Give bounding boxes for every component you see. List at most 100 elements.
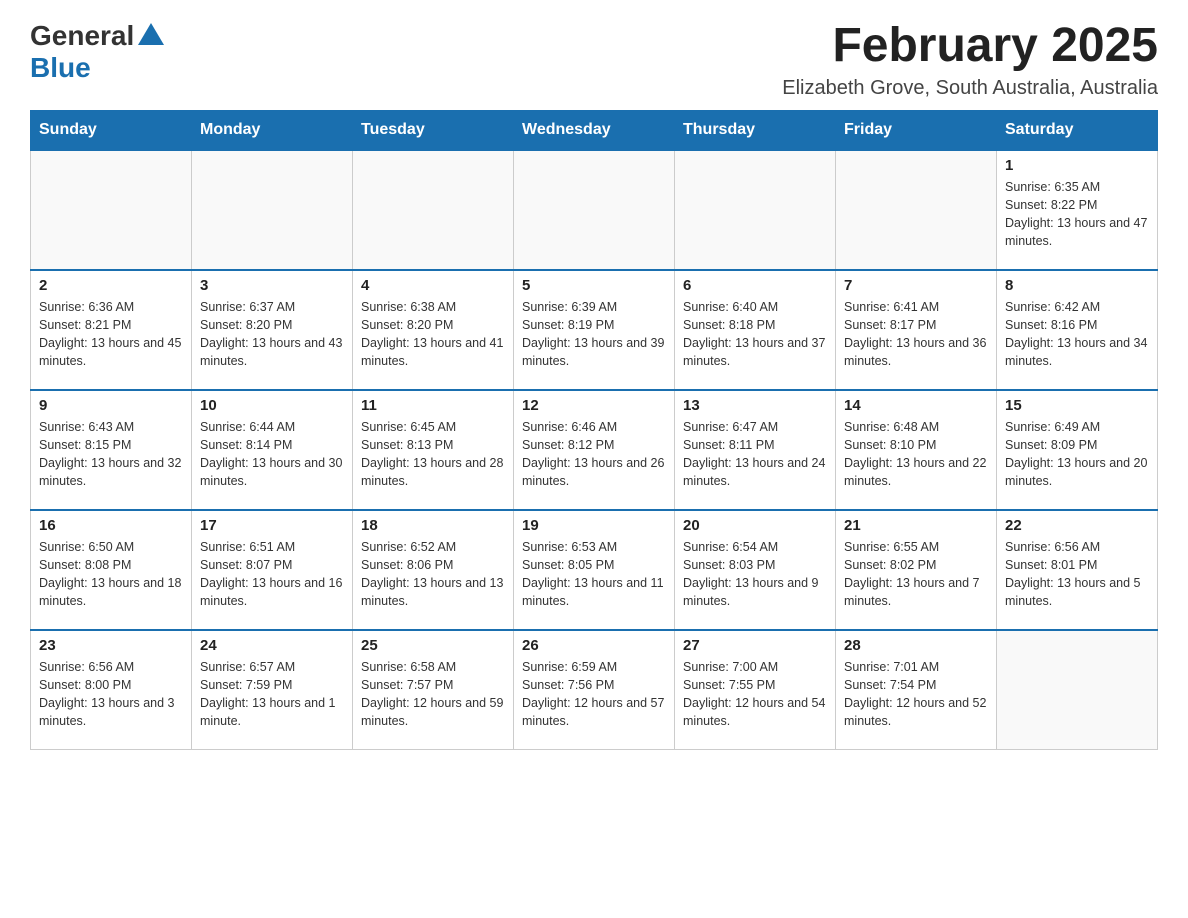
calendar-cell: 1 Sunrise: 6:35 AMSunset: 8:22 PMDaylight…	[997, 150, 1158, 270]
calendar-cell: 12 Sunrise: 6:46 AMSunset: 8:12 PMDayligh…	[514, 390, 675, 510]
day-of-week-header: Tuesday	[353, 110, 514, 150]
day-info: Sunrise: 6:58 AMSunset: 7:57 PMDaylight:…	[361, 658, 505, 731]
day-number: 3	[200, 277, 344, 294]
day-number: 13	[683, 397, 827, 414]
calendar-week-row: 16 Sunrise: 6:50 AMSunset: 8:08 PMDayligh…	[31, 510, 1158, 630]
day-info: Sunrise: 6:44 AMSunset: 8:14 PMDaylight:…	[200, 418, 344, 491]
day-info: Sunrise: 6:46 AMSunset: 8:12 PMDaylight:…	[522, 418, 666, 491]
calendar-cell	[353, 150, 514, 270]
day-number: 5	[522, 277, 666, 294]
calendar-cell: 7Sunrise: 6:41 AMSunset: 8:17 PMDaylight…	[836, 270, 997, 390]
calendar-cell	[31, 150, 192, 270]
day-number: 16	[39, 517, 183, 534]
day-number: 11	[361, 397, 505, 414]
day-number: 22	[1005, 517, 1149, 534]
day-number: 2	[39, 277, 183, 294]
page-header: General Blue February 2025 Elizabeth Gro…	[30, 20, 1158, 100]
day-info: Sunrise: 6:53 AMSunset: 8:05 PMDaylight:…	[522, 538, 666, 611]
day-info: Sunrise: 6:42 AMSunset: 8:16 PMDaylight:…	[1005, 298, 1149, 371]
calendar-cell: 27Sunrise: 7:00 AMSunset: 7:55 PMDayligh…	[675, 630, 836, 750]
day-of-week-header: Wednesday	[514, 110, 675, 150]
calendar-cell	[997, 630, 1158, 750]
day-number: 1	[1005, 157, 1149, 174]
day-number: 23	[39, 637, 183, 654]
calendar-cell: 4 Sunrise: 6:38 AMSunset: 8:20 PMDaylight…	[353, 270, 514, 390]
calendar-cell	[192, 150, 353, 270]
day-info: Sunrise: 6:59 AMSunset: 7:56 PMDaylight:…	[522, 658, 666, 731]
day-of-week-header: Saturday	[997, 110, 1158, 150]
day-of-week-header: Thursday	[675, 110, 836, 150]
day-info: Sunrise: 6:55 AMSunset: 8:02 PMDaylight:…	[844, 538, 988, 611]
calendar-cell: 5 Sunrise: 6:39 AMSunset: 8:19 PMDaylight…	[514, 270, 675, 390]
day-number: 28	[844, 637, 988, 654]
day-info: Sunrise: 6:43 AMSunset: 8:15 PMDaylight:…	[39, 418, 183, 491]
calendar-cell: 25 Sunrise: 6:58 AMSunset: 7:57 PMDayligh…	[353, 630, 514, 750]
day-number: 15	[1005, 397, 1149, 414]
day-info: Sunrise: 6:40 AMSunset: 8:18 PMDaylight:…	[683, 298, 827, 371]
day-of-week-header: Friday	[836, 110, 997, 150]
calendar-table: SundayMondayTuesdayWednesdayThursdayFrid…	[30, 110, 1158, 751]
calendar-cell: 19 Sunrise: 6:53 AMSunset: 8:05 PMDayligh…	[514, 510, 675, 630]
location-subtitle: Elizabeth Grove, South Australia, Austra…	[782, 77, 1158, 100]
day-of-week-header: Monday	[192, 110, 353, 150]
day-info: Sunrise: 6:56 AMSunset: 8:00 PMDaylight:…	[39, 658, 183, 731]
day-number: 4	[361, 277, 505, 294]
day-info: Sunrise: 6:49 AMSunset: 8:09 PMDaylight:…	[1005, 418, 1149, 491]
day-of-week-header: Sunday	[31, 110, 192, 150]
calendar-cell: 23 Sunrise: 6:56 AMSunset: 8:00 PMDayligh…	[31, 630, 192, 750]
day-number: 20	[683, 517, 827, 534]
calendar-cell	[675, 150, 836, 270]
day-number: 27	[683, 637, 827, 654]
day-number: 10	[200, 397, 344, 414]
calendar-cell: 6 Sunrise: 6:40 AMSunset: 8:18 PMDaylight…	[675, 270, 836, 390]
day-info: Sunrise: 7:01 AMSunset: 7:54 PMDaylight:…	[844, 658, 988, 731]
day-number: 17	[200, 517, 344, 534]
month-year-title: February 2025	[782, 20, 1158, 73]
day-number: 24	[200, 637, 344, 654]
calendar-cell	[514, 150, 675, 270]
calendar-cell: 8 Sunrise: 6:42 AMSunset: 8:16 PMDaylight…	[997, 270, 1158, 390]
day-info: Sunrise: 6:45 AMSunset: 8:13 PMDaylight:…	[361, 418, 505, 491]
calendar-cell: 20 Sunrise: 6:54 AMSunset: 8:03 PMDayligh…	[675, 510, 836, 630]
day-number: 7	[844, 277, 988, 294]
calendar-cell: 18 Sunrise: 6:52 AMSunset: 8:06 PMDayligh…	[353, 510, 514, 630]
calendar-week-row: 23 Sunrise: 6:56 AMSunset: 8:00 PMDayligh…	[31, 630, 1158, 750]
calendar-cell: 16 Sunrise: 6:50 AMSunset: 8:08 PMDayligh…	[31, 510, 192, 630]
day-number: 18	[361, 517, 505, 534]
day-info: Sunrise: 6:38 AMSunset: 8:20 PMDaylight:…	[361, 298, 505, 371]
calendar-cell: 26 Sunrise: 6:59 AMSunset: 7:56 PMDayligh…	[514, 630, 675, 750]
calendar-cell: 22 Sunrise: 6:56 AMSunset: 8:01 PMDayligh…	[997, 510, 1158, 630]
day-info: Sunrise: 6:56 AMSunset: 8:01 PMDaylight:…	[1005, 538, 1149, 611]
day-number: 19	[522, 517, 666, 534]
day-info: Sunrise: 6:54 AMSunset: 8:03 PMDaylight:…	[683, 538, 827, 611]
day-number: 8	[1005, 277, 1149, 294]
day-number: 14	[844, 397, 988, 414]
day-info: Sunrise: 6:35 AMSunset: 8:22 PMDaylight:…	[1005, 178, 1149, 251]
day-number: 25	[361, 637, 505, 654]
day-number: 12	[522, 397, 666, 414]
calendar-header-row: SundayMondayTuesdayWednesdayThursdayFrid…	[31, 110, 1158, 150]
day-info: Sunrise: 6:36 AMSunset: 8:21 PMDaylight:…	[39, 298, 183, 371]
logo-general-text: General	[30, 20, 134, 52]
calendar-cell: 10 Sunrise: 6:44 AMSunset: 8:14 PMDayligh…	[192, 390, 353, 510]
logo-icon	[136, 21, 166, 51]
calendar-cell: 2 Sunrise: 6:36 AMSunset: 8:21 PMDaylight…	[31, 270, 192, 390]
calendar-cell: 3Sunrise: 6:37 AMSunset: 8:20 PMDaylight…	[192, 270, 353, 390]
day-number: 21	[844, 517, 988, 534]
day-number: 6	[683, 277, 827, 294]
day-number: 26	[522, 637, 666, 654]
calendar-week-row: 1 Sunrise: 6:35 AMSunset: 8:22 PMDaylight…	[31, 150, 1158, 270]
calendar-cell: 14 Sunrise: 6:48 AMSunset: 8:10 PMDayligh…	[836, 390, 997, 510]
day-info: Sunrise: 6:39 AMSunset: 8:19 PMDaylight:…	[522, 298, 666, 371]
day-info: Sunrise: 6:52 AMSunset: 8:06 PMDaylight:…	[361, 538, 505, 611]
calendar-week-row: 2 Sunrise: 6:36 AMSunset: 8:21 PMDaylight…	[31, 270, 1158, 390]
day-info: Sunrise: 6:50 AMSunset: 8:08 PMDaylight:…	[39, 538, 183, 611]
day-info: Sunrise: 6:47 AMSunset: 8:11 PMDaylight:…	[683, 418, 827, 491]
calendar-cell: 24Sunrise: 6:57 AMSunset: 7:59 PMDayligh…	[192, 630, 353, 750]
calendar-cell: 9 Sunrise: 6:43 AMSunset: 8:15 PMDaylight…	[31, 390, 192, 510]
calendar-cell: 17Sunrise: 6:51 AMSunset: 8:07 PMDayligh…	[192, 510, 353, 630]
day-info: Sunrise: 6:48 AMSunset: 8:10 PMDaylight:…	[844, 418, 988, 491]
day-number: 9	[39, 397, 183, 414]
calendar-cell: 11 Sunrise: 6:45 AMSunset: 8:13 PMDayligh…	[353, 390, 514, 510]
calendar-cell: 21 Sunrise: 6:55 AMSunset: 8:02 PMDayligh…	[836, 510, 997, 630]
